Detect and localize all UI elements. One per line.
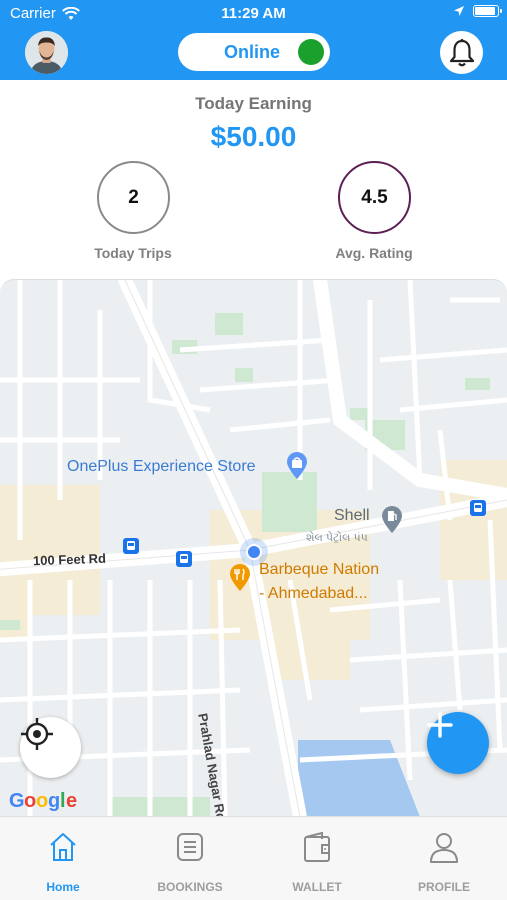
tab-home[interactable]: Home: [0, 817, 126, 900]
tab-wallet[interactable]: WALLET: [254, 817, 380, 900]
add-button[interactable]: [427, 712, 489, 774]
fuel-pin-icon: [382, 506, 402, 533]
svg-text:o: o: [36, 790, 48, 812]
bus-stop-icon: [176, 551, 192, 567]
shopping-bag-pin-icon: [287, 452, 307, 479]
svg-text:o: o: [24, 790, 36, 812]
svg-text:g: g: [48, 790, 60, 812]
map-label-restaurant-line2: - Ahmedabad...: [259, 585, 368, 602]
online-toggle[interactable]: Online: [178, 33, 330, 71]
list-icon: [177, 833, 203, 861]
svg-text:G: G: [9, 790, 24, 812]
avg-rating-label: Avg. Rating: [335, 245, 413, 261]
battery-icon: [473, 5, 502, 17]
map-label-100-feet-rd: 100 Feet Rd: [32, 550, 107, 569]
recenter-location-button[interactable]: [20, 717, 81, 778]
map-label-shell-local: શેલ પેટ્રોલ પંપ: [306, 532, 368, 544]
current-location-dot: [246, 544, 262, 560]
bus-stop-icon: [470, 500, 486, 516]
avg-rating-value: 4.5: [338, 161, 411, 234]
bell-icon: [449, 38, 474, 66]
map-label-restaurant-line1: Barbeque Nation: [259, 561, 380, 578]
user-icon: [430, 833, 458, 863]
online-status-dot: [298, 39, 324, 65]
wallet-icon: [304, 831, 330, 862]
tab-home-label: Home: [46, 880, 80, 894]
plus-icon: [427, 712, 453, 738]
today-earning-amount: $50.00: [210, 121, 297, 152]
tab-bookings-label: BOOKINGS: [157, 880, 223, 894]
svg-text:l: l: [60, 790, 65, 812]
bus-stop-icon: [123, 538, 139, 554]
tab-bookings[interactable]: BOOKINGS: [127, 817, 253, 900]
location-arrow-icon: [454, 6, 464, 16]
tab-wallet-label: WALLET: [292, 880, 342, 894]
tab-profile[interactable]: PROFILE: [381, 817, 507, 900]
restaurant-pin-icon: [230, 564, 250, 591]
avatar-photo: [25, 31, 68, 74]
map-label-shell: Shell: [334, 507, 370, 524]
status-bar: Carrier 11:29 AM: [0, 0, 507, 28]
bottom-tab-bar: Home BOOKINGS WALLET PROFILE: [0, 816, 507, 900]
status-time: 11:29 AM: [221, 5, 286, 22]
google-logo-icon: G o o g l e: [9, 790, 78, 812]
today-trips-label: Today Trips: [94, 245, 172, 261]
driver-avatar[interactable]: [25, 31, 68, 74]
tab-profile-label: PROFILE: [417, 880, 470, 894]
crosshair-icon: [21, 718, 53, 750]
map-label-oneplus-store: OnePlus Experience Store: [67, 458, 256, 475]
map-view[interactable]: OnePlus Experience Store Shell શેલ પેટ્ર…: [0, 279, 507, 816]
today-earning-title: Today Earning: [195, 94, 312, 113]
notifications-button[interactable]: [440, 31, 483, 74]
svg-text:e: e: [66, 790, 77, 812]
home-icon: [50, 833, 76, 861]
online-label: Online: [224, 42, 281, 62]
app-header: Carrier 11:29 AM Online: [0, 0, 507, 80]
today-trips-value: 2: [97, 161, 170, 234]
